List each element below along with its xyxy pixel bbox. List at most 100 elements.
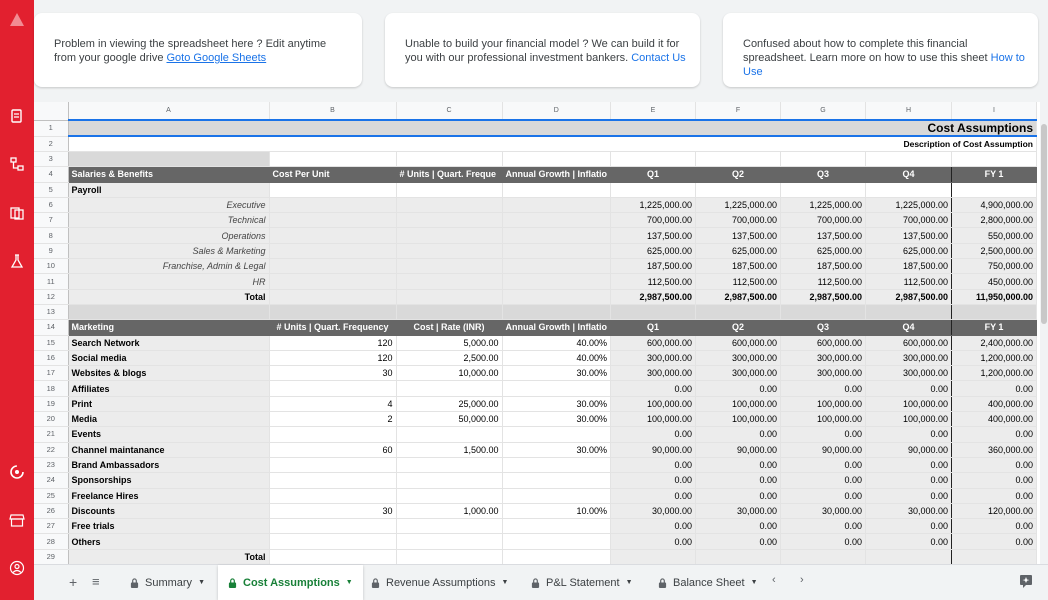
cell[interactable] [502,472,612,489]
cell[interactable]: 550,000.00 [951,227,1038,244]
cell[interactable]: 0.00 [865,380,953,397]
cell[interactable] [269,472,397,489]
cell[interactable]: 100,000.00 [610,396,697,413]
cell[interactable]: 0.00 [951,488,1038,504]
chevron-down-icon[interactable]: ▼ [198,579,205,586]
line-item-label[interactable]: Social media [68,350,270,367]
cell[interactable]: 0.00 [951,457,1038,474]
cell[interactable]: 25,000.00 [396,396,503,413]
row-number[interactable]: 6 [34,197,69,214]
chevron-down-icon[interactable]: ▼ [346,579,353,586]
cell[interactable]: 137,500.00 [610,227,697,244]
cell[interactable] [68,151,270,168]
cell[interactable] [502,533,612,550]
cell[interactable]: 0.00 [695,488,782,504]
line-item-label[interactable]: Websites & blogs [68,365,270,382]
cell[interactable]: 30.00% [502,365,612,382]
cell[interactable]: 0.00 [951,533,1038,550]
explore-icon[interactable] [1019,574,1033,591]
row-number[interactable]: 3 [34,151,69,168]
document-icon[interactable] [8,108,26,126]
tab-pl-statement[interactable]: P&L Statement ▼ [521,565,643,600]
row-number[interactable]: 29 [34,549,69,564]
cell[interactable] [269,304,397,321]
line-item-label[interactable]: Print [68,396,270,413]
cell[interactable] [502,227,612,244]
cell[interactable] [269,533,397,550]
column-label[interactable]: Q1 [610,166,697,183]
cell[interactable] [610,182,697,198]
row-number[interactable]: 4 [34,166,69,183]
sheet-description[interactable]: Description of Cost Assumption [68,136,1038,152]
cell[interactable]: 700,000.00 [610,212,697,229]
chevron-down-icon[interactable]: ▼ [751,579,758,586]
cell[interactable]: 2,800,000.00 [951,212,1038,229]
row-number[interactable]: 17 [34,365,69,382]
scroll-thumb[interactable] [1041,124,1047,324]
column-label[interactable]: Annual Growth | Inflatio [502,319,612,336]
cell[interactable]: 1,200,000.00 [951,365,1038,382]
cell[interactable]: 750,000.00 [951,258,1038,275]
line-item-label[interactable]: Sponsorships [68,472,270,489]
cell[interactable] [502,426,612,443]
row-number[interactable]: 8 [34,227,69,244]
row-number[interactable]: 21 [34,426,69,443]
sheet-title[interactable]: Cost Assumptions [68,119,1038,137]
cell[interactable] [502,197,612,214]
cell[interactable]: 450,000.00 [951,273,1038,290]
cell[interactable]: 0.00 [951,380,1038,397]
column-label[interactable]: # Units | Quart. Freque [396,166,503,183]
column-header-c[interactable]: C [396,102,503,121]
contact-us-link[interactable]: Contact Us [631,52,685,64]
cell[interactable]: 30 [269,503,397,520]
cell[interactable]: 112,500.00 [865,273,953,290]
profile-icon[interactable] [8,560,26,578]
line-item-label[interactable]: Sales & Marketing [68,243,270,260]
line-item-label[interactable]: Free trials [68,518,270,535]
cell[interactable]: 0.00 [695,472,782,489]
line-item-label[interactable]: Operations [68,227,270,244]
cell[interactable]: 10,000.00 [396,365,503,382]
cell[interactable] [396,182,503,198]
cell[interactable]: 625,000.00 [695,243,782,260]
column-header-g[interactable]: G [780,102,867,121]
cell[interactable]: 0.00 [865,533,953,550]
cell[interactable]: 2,987,500.00 [695,288,782,305]
cell[interactable] [396,227,503,244]
cell[interactable] [502,518,612,535]
cell[interactable]: 0.00 [951,426,1038,443]
store-icon[interactable] [8,512,26,530]
cell[interactable]: 30,000.00 [865,503,953,520]
cell[interactable]: 1,225,000.00 [780,197,867,214]
cell[interactable] [502,212,612,229]
cell[interactable] [780,151,867,168]
cell[interactable]: 10.00% [502,503,612,520]
cell[interactable]: 4 [269,396,397,413]
cell[interactable] [269,151,397,168]
chevron-down-icon[interactable]: ▼ [501,579,508,586]
row-number[interactable]: 11 [34,273,69,290]
cell[interactable] [396,380,503,397]
row-number[interactable]: 28 [34,533,69,550]
row-number[interactable]: 24 [34,472,69,489]
cell[interactable]: 30.00% [502,396,612,413]
cell[interactable]: 400,000.00 [951,411,1038,428]
cell[interactable] [502,243,612,260]
cell[interactable] [502,258,612,275]
cell[interactable]: 90,000.00 [865,442,953,458]
row-number[interactable]: 14 [34,319,69,336]
cell[interactable] [68,304,270,321]
cell[interactable]: 4,900,000.00 [951,197,1038,214]
total-label[interactable]: Total [68,548,270,564]
cell[interactable]: 187,500.00 [865,258,953,275]
cell[interactable]: 400,000.00 [951,396,1038,413]
cell[interactable]: 112,500.00 [695,273,782,290]
cell[interactable]: 0.00 [695,380,782,397]
logo-icon[interactable] [8,12,26,30]
cell[interactable] [502,273,612,290]
line-item-label[interactable]: Affiliates [68,380,270,397]
cell[interactable] [396,472,503,489]
org-chart-icon[interactable] [8,156,26,174]
cell[interactable] [269,457,397,474]
cell[interactable]: 90,000.00 [780,442,867,458]
